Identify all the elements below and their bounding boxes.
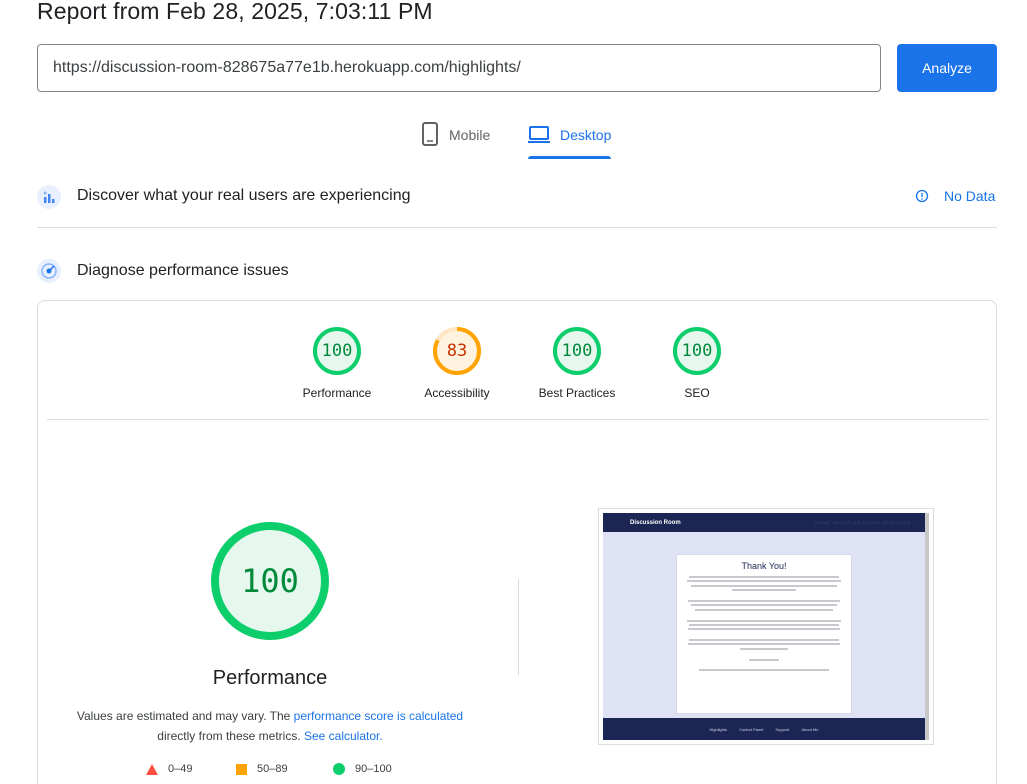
- crux-section-title: Discover what your real users are experi…: [77, 187, 411, 204]
- no-data-label: No Data: [944, 188, 996, 204]
- gauge-accessibility[interactable]: 83 Accessibility: [397, 326, 517, 400]
- tab-desktop-label: Desktop: [560, 127, 612, 143]
- screenshot-thankyou-card: Thank You!: [676, 554, 852, 714]
- legend-pass-label: 90–100: [355, 763, 392, 775]
- triangle-icon: [146, 763, 158, 775]
- gauge-best-practices-label: Best Practices: [538, 386, 616, 400]
- screenshot-footer-link: Highlights: [709, 726, 728, 732]
- gauge-seo[interactable]: 100 SEO: [637, 326, 757, 400]
- screenshot-heading: Thank You!: [741, 561, 787, 571]
- gauge-performance-value: 100: [321, 341, 353, 361]
- page-screenshot[interactable]: Discussion Room HOME ABOUT US LOGIN REGI…: [598, 508, 934, 745]
- lighthouse-card: 100 Performance 83 Accessibility 100 Bes…: [37, 300, 997, 784]
- gauge-best-practices-value: 100: [561, 341, 593, 361]
- see-calculator-link[interactable]: See calculator.: [304, 729, 383, 743]
- gauge-accessibility-label: Accessibility: [424, 386, 490, 400]
- tab-mobile-label: Mobile: [449, 127, 491, 143]
- screenshot-footer-link: Control Panel: [739, 726, 764, 732]
- screenshot-footer-link: Support: [775, 726, 790, 732]
- note-middle: directly from these metrics.: [157, 729, 304, 743]
- screenshot-nav-links: HOME ABOUT US LOGIN REGISTER: [814, 520, 911, 525]
- gauge-performance-label: Performance: [302, 386, 372, 400]
- laptop-icon: [528, 126, 550, 143]
- screenshot-brand: Discussion Room: [630, 519, 681, 526]
- diagnose-section-title: Diagnose performance issues: [77, 262, 289, 279]
- square-icon: [236, 763, 247, 775]
- gauge-seo-value: 100: [681, 341, 713, 361]
- tab-mobile[interactable]: Mobile: [421, 122, 490, 159]
- screenshot-footer: Highlights Control Panel Support About M…: [603, 718, 925, 740]
- legend-fail-label: 0–49: [168, 763, 193, 775]
- url-input[interactable]: https://discussion-room-828675a77e1b.her…: [37, 44, 881, 92]
- vertical-divider: [518, 579, 519, 675]
- screenshot-footer-link: About Me: [801, 726, 819, 732]
- section-divider: [37, 227, 997, 228]
- legend-average: 50–89: [236, 763, 288, 775]
- info-icon: [915, 189, 929, 203]
- screenshot-navbar: Discussion Room HOME ABOUT US LOGIN REGI…: [603, 513, 925, 532]
- score-note: Values are estimated and may vary. The p…: [70, 706, 470, 746]
- analyze-button[interactable]: Analyze: [897, 44, 997, 92]
- performance-big-value: 100: [241, 562, 299, 600]
- note-prefix: Values are estimated and may vary. The: [76, 709, 294, 723]
- legend-fail: 0–49: [146, 763, 192, 775]
- screenshot-scrollbar: [925, 513, 929, 740]
- legend-average-label: 50–89: [257, 763, 288, 775]
- gauge-performance[interactable]: 100 Performance: [277, 326, 397, 400]
- circle-icon: [333, 763, 345, 775]
- gauge-best-practices[interactable]: 100 Best Practices: [517, 326, 637, 400]
- performance-big-gauge: 100: [210, 521, 330, 641]
- users-chart-icon: [37, 185, 61, 209]
- tab-desktop[interactable]: Desktop: [528, 122, 612, 159]
- score-calculated-link[interactable]: performance score is calculated: [294, 709, 463, 723]
- legend-pass: 90–100: [333, 763, 392, 775]
- diagnose-icon: [37, 259, 61, 283]
- performance-big-label: Performance: [212, 667, 328, 689]
- gauge-accessibility-value: 83: [446, 341, 468, 361]
- phone-icon: [422, 122, 438, 146]
- gauge-seo-label: SEO: [684, 386, 710, 400]
- no-data-status[interactable]: No Data: [915, 188, 995, 204]
- page-title: Report from Feb 28, 2025, 7:03:11 PM: [37, 0, 433, 24]
- gauges-divider: [47, 419, 989, 420]
